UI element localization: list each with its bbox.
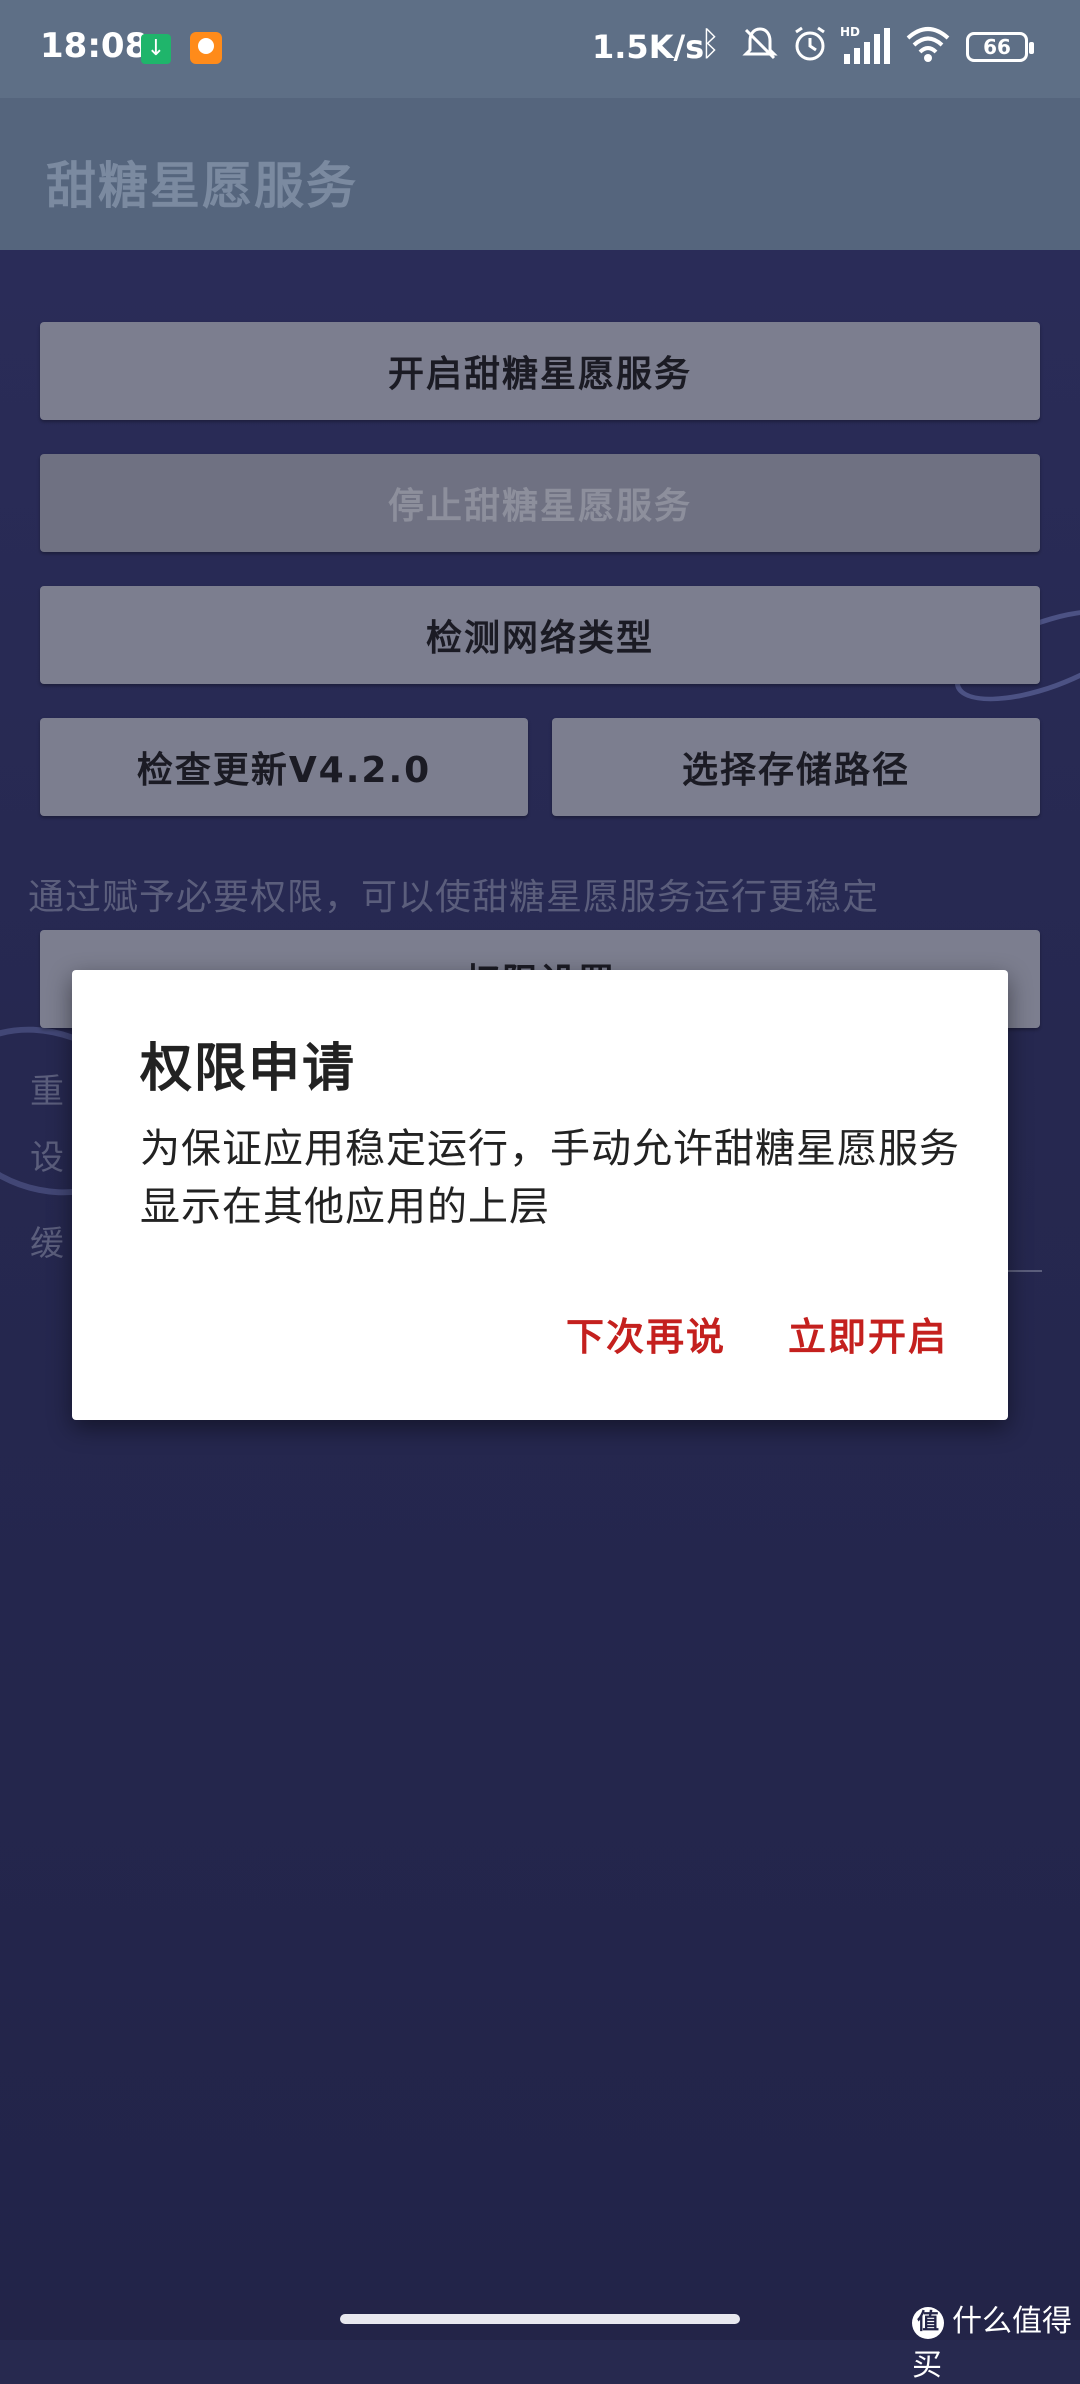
watermark: 值什么值得买 (912, 2296, 1080, 2384)
enable-now-button[interactable]: 立即开启 (788, 1306, 948, 1361)
permission-dialog: 权限申请 为保证应用稳定运行，手动允许甜糖星愿服务显示在其他应用的上层 下次再说… (72, 970, 1008, 1420)
home-gesture-bar[interactable] (340, 2314, 740, 2324)
dialog-title: 权限申请 (140, 1039, 357, 1099)
watermark-logo-icon: 值 (912, 2306, 944, 2339)
dialog-message: 为保证应用稳定运行，手动允许甜糖星愿服务显示在其他应用的上层 (140, 1126, 960, 1230)
later-button[interactable]: 下次再说 (566, 1306, 726, 1361)
